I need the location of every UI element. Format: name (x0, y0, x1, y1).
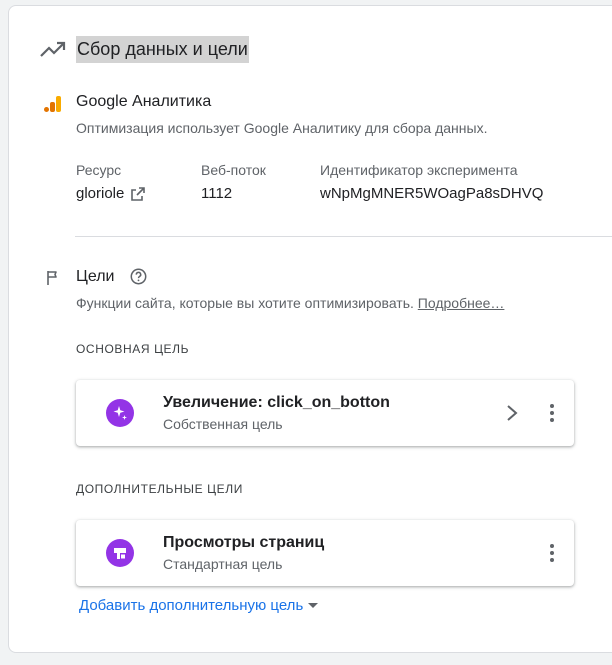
goals-description-line: Функции сайта, которые вы хотите оптимиз… (76, 295, 504, 311)
additional-goal-card[interactable]: Просмотры страниц Стандартная цель (76, 520, 574, 586)
learn-more-link[interactable]: Подробнее… (418, 295, 505, 311)
chevron-right-icon[interactable] (506, 404, 518, 422)
resource-value: gloriole (76, 185, 125, 202)
primary-goal-card[interactable]: Увеличение: click_on_botton Собственная … (76, 380, 574, 446)
more-vert-icon[interactable] (550, 543, 554, 563)
analytics-title: Google Аналитика (76, 93, 212, 110)
analytics-description: Оптимизация использует Google Аналитику … (76, 120, 488, 136)
resource-label: Ресурс (76, 162, 122, 178)
help-icon[interactable] (130, 268, 147, 285)
goals-description: Функции сайта, которые вы хотите оптимиз… (76, 295, 414, 311)
arrow-drop-down-icon (308, 602, 319, 608)
more-vert-icon[interactable] (550, 403, 554, 423)
google-analytics-icon (44, 96, 61, 112)
additional-goals-heading: ДОПОЛНИТЕЛЬНЫЕ ЦЕЛИ (76, 482, 243, 496)
stream-value: 1112 (201, 185, 233, 202)
experiment-value: wNpMgMNER5WOagPa8sDHVQ (320, 185, 544, 202)
add-goal-button[interactable]: Добавить дополнительную цель (79, 597, 319, 614)
additional-goal-title: Просмотры страниц (163, 534, 325, 551)
add-goal-label: Добавить дополнительную цель (79, 597, 304, 614)
experiment-label: Идентификатор эксперимента (320, 162, 518, 178)
primary-goal-subtitle: Собственная цель (163, 416, 283, 432)
goals-title: Цели (76, 268, 115, 285)
trending-up-icon (40, 41, 66, 57)
resource-link[interactable]: gloriole (76, 185, 146, 202)
sparkle-icon (106, 399, 134, 427)
open-in-new-icon (131, 186, 146, 201)
section-title: Сбор данных и цели (76, 36, 249, 63)
additional-goal-subtitle: Стандартная цель (163, 556, 283, 572)
stream-label: Веб-поток (201, 162, 266, 178)
primary-goal-title: Увеличение: click_on_botton (163, 394, 390, 411)
flag-icon (47, 271, 57, 285)
primary-goal-heading: ОСНОВНАЯ ЦЕЛЬ (76, 342, 190, 356)
divider (75, 236, 612, 237)
pageview-icon (106, 539, 134, 567)
